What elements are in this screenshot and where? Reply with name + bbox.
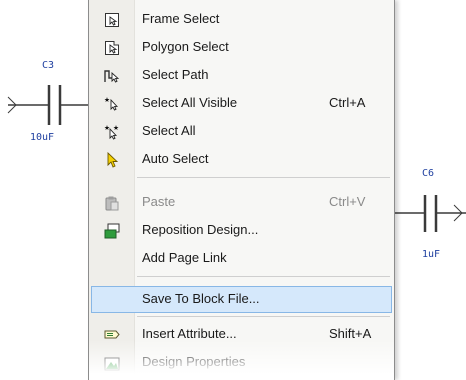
insert-attribute-icon: [103, 326, 120, 343]
menu-item-label: Add Page Link: [142, 250, 227, 265]
frame-select-icon: [103, 11, 120, 28]
menu-item-select-all-visible[interactable]: Select All Visible Ctrl+A: [89, 90, 394, 117]
menu-item-label: Polygon Select: [142, 39, 229, 54]
menu-item-label: Select All: [142, 123, 196, 138]
select-path-icon: [103, 67, 120, 84]
menu-item-label: Reposition Design...: [142, 222, 259, 237]
menu-separator: [137, 316, 390, 317]
paste-icon: [103, 194, 120, 211]
menu-item-paste[interactable]: Paste Ctrl+V: [89, 189, 394, 216]
menu-item-label: Paste: [142, 194, 176, 209]
menu-item-shortcut: Ctrl+A: [329, 95, 366, 110]
c6-reference-label: C6: [422, 168, 435, 179]
select-all-visible-icon: [103, 95, 120, 112]
menu-item-label: Auto Select: [142, 151, 209, 166]
menu-item-insert-attribute[interactable]: Insert Attribute... Shift+A: [89, 321, 394, 348]
menu-item-design-properties[interactable]: Design Properties: [89, 349, 394, 376]
menu-item-label: Select Path: [142, 67, 209, 82]
menu-separator: [137, 177, 390, 178]
menu-item-auto-select[interactable]: Auto Select: [89, 146, 394, 173]
c3-reference-label: C3: [42, 60, 55, 71]
select-all-icon: [103, 123, 120, 140]
menu-item-reposition-design[interactable]: Reposition Design...: [89, 217, 394, 244]
menu-item-add-page-link[interactable]: Add Page Link: [89, 245, 394, 272]
reposition-design-icon: [103, 222, 120, 239]
menu-item-shortcut: Ctrl+V: [329, 194, 366, 209]
design-properties-icon: [103, 354, 120, 371]
c3-value-label: 10uF: [30, 132, 55, 143]
menu-item-save-to-block-file[interactable]: Save To Block File...: [89, 286, 394, 313]
menu-item-polygon-select[interactable]: Polygon Select: [89, 34, 394, 61]
capacitor-c6[interactable]: [394, 195, 466, 232]
polygon-select-icon: [103, 39, 120, 56]
c6-value-label: 1uF: [422, 249, 441, 260]
menu-item-label: Save To Block File...: [142, 291, 260, 306]
menu-separator: [137, 276, 390, 277]
menu-item-label: Design Properties: [142, 354, 246, 369]
menu-item-select-path[interactable]: Select Path: [89, 62, 394, 89]
capacitor-c3[interactable]: [7, 85, 88, 125]
menu-item-frame-select[interactable]: Frame Select: [89, 6, 394, 33]
menu-item-shortcut: Shift+A: [329, 326, 372, 341]
auto-select-icon: [103, 151, 120, 168]
menu-item-label: Frame Select: [142, 11, 220, 26]
menu-item-select-all[interactable]: Select All: [89, 118, 394, 145]
menu-item-label: Select All Visible: [142, 95, 238, 110]
context-menu: Frame Select Polygon Select Select Path …: [88, 0, 395, 380]
menu-item-label: Insert Attribute...: [142, 326, 237, 341]
